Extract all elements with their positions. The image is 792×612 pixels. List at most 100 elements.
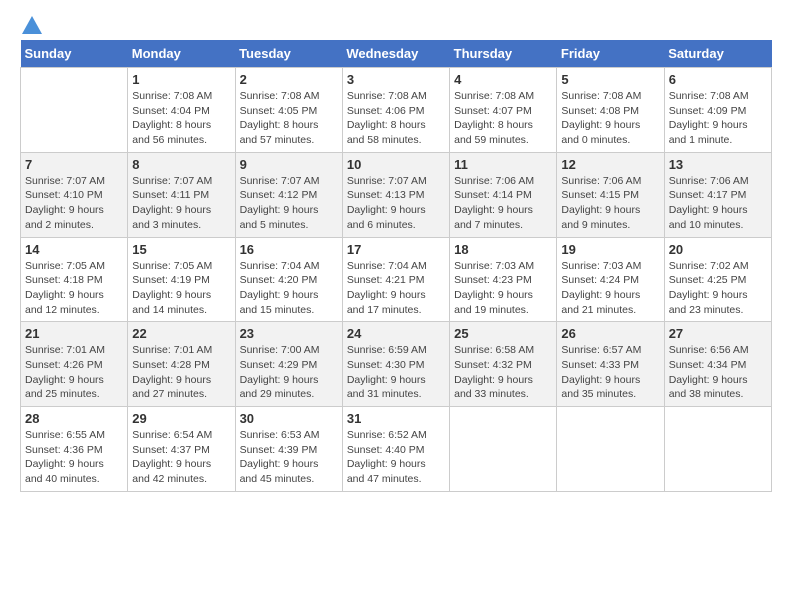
day-info: Sunrise: 7:03 AMSunset: 4:24 PMDaylight:…	[561, 259, 659, 318]
day-info: Sunrise: 6:54 AMSunset: 4:37 PMDaylight:…	[132, 428, 230, 487]
calendar-cell: 27 Sunrise: 6:56 AMSunset: 4:34 PMDayligh…	[664, 322, 771, 407]
day-number: 1	[132, 72, 230, 87]
day-info: Sunrise: 6:57 AMSunset: 4:33 PMDaylight:…	[561, 343, 659, 402]
logo	[20, 20, 42, 30]
day-number: 2	[240, 72, 338, 87]
calendar-cell: 23 Sunrise: 7:00 AMSunset: 4:29 PMDayligh…	[235, 322, 342, 407]
day-info: Sunrise: 6:56 AMSunset: 4:34 PMDaylight:…	[669, 343, 767, 402]
day-info: Sunrise: 7:07 AMSunset: 4:13 PMDaylight:…	[347, 174, 445, 233]
calendar-cell: 18Sunrise: 7:03 AMSunset: 4:23 PMDayligh…	[450, 237, 557, 322]
day-info: Sunrise: 7:02 AMSunset: 4:25 PMDaylight:…	[669, 259, 767, 318]
day-info: Sunrise: 6:52 AMSunset: 4:40 PMDaylight:…	[347, 428, 445, 487]
day-header-sunday: Sunday	[21, 40, 128, 68]
day-info: Sunrise: 7:06 AMSunset: 4:17 PMDaylight:…	[669, 174, 767, 233]
day-number: 19	[561, 242, 659, 257]
day-info: Sunrise: 7:04 AMSunset: 4:20 PMDaylight:…	[240, 259, 338, 318]
day-info: Sunrise: 6:59 AMSunset: 4:30 PMDaylight:…	[347, 343, 445, 402]
calendar-cell: 21 Sunrise: 7:01 AMSunset: 4:26 PMDayligh…	[21, 322, 128, 407]
day-number: 11	[454, 157, 552, 172]
day-number: 30	[240, 411, 338, 426]
calendar-cell: 8 Sunrise: 7:07 AMSunset: 4:11 PMDaylight…	[128, 152, 235, 237]
day-number: 9	[240, 157, 338, 172]
calendar-cell: 10 Sunrise: 7:07 AMSunset: 4:13 PMDayligh…	[342, 152, 449, 237]
calendar-cell: 13 Sunrise: 7:06 AMSunset: 4:17 PMDayligh…	[664, 152, 771, 237]
calendar-week-row: 14 Sunrise: 7:05 AMSunset: 4:18 PMDayligh…	[21, 237, 772, 322]
day-number: 4	[454, 72, 552, 87]
day-info: Sunrise: 7:00 AMSunset: 4:29 PMDaylight:…	[240, 343, 338, 402]
day-number: 23	[240, 326, 338, 341]
day-number: 16	[240, 242, 338, 257]
calendar-cell: 17 Sunrise: 7:04 AMSunset: 4:21 PMDayligh…	[342, 237, 449, 322]
day-number: 22	[132, 326, 230, 341]
day-info: Sunrise: 7:04 AMSunset: 4:21 PMDaylight:…	[347, 259, 445, 318]
calendar-week-row: 1 Sunrise: 7:08 AMSunset: 4:04 PMDaylight…	[21, 68, 772, 153]
day-number: 17	[347, 242, 445, 257]
day-header-monday: Monday	[128, 40, 235, 68]
day-info: Sunrise: 7:08 AMSunset: 4:04 PMDaylight:…	[132, 89, 230, 148]
day-info: Sunrise: 7:07 AMSunset: 4:11 PMDaylight:…	[132, 174, 230, 233]
calendar-table: SundayMondayTuesdayWednesdayThursdayFrid…	[20, 40, 772, 492]
day-number: 25	[454, 326, 552, 341]
day-number: 14	[25, 242, 123, 257]
calendar-cell: 14 Sunrise: 7:05 AMSunset: 4:18 PMDayligh…	[21, 237, 128, 322]
calendar-cell	[21, 68, 128, 153]
day-number: 29	[132, 411, 230, 426]
day-info: Sunrise: 7:05 AMSunset: 4:18 PMDaylight:…	[25, 259, 123, 318]
day-number: 5	[561, 72, 659, 87]
calendar-cell: 7 Sunrise: 7:07 AMSunset: 4:10 PMDaylight…	[21, 152, 128, 237]
calendar-cell: 12 Sunrise: 7:06 AMSunset: 4:15 PMDayligh…	[557, 152, 664, 237]
day-number: 10	[347, 157, 445, 172]
day-info: Sunrise: 6:53 AMSunset: 4:39 PMDaylight:…	[240, 428, 338, 487]
calendar-cell: 26 Sunrise: 6:57 AMSunset: 4:33 PMDayligh…	[557, 322, 664, 407]
day-info: Sunrise: 7:06 AMSunset: 4:14 PMDaylight:…	[454, 174, 552, 233]
day-number: 7	[25, 157, 123, 172]
calendar-cell: 28 Sunrise: 6:55 AMSunset: 4:36 PMDayligh…	[21, 407, 128, 492]
calendar-cell: 1 Sunrise: 7:08 AMSunset: 4:04 PMDaylight…	[128, 68, 235, 153]
calendar-cell: 4 Sunrise: 7:08 AMSunset: 4:07 PMDaylight…	[450, 68, 557, 153]
day-number: 26	[561, 326, 659, 341]
calendar-cell: 6 Sunrise: 7:08 AMSunset: 4:09 PMDaylight…	[664, 68, 771, 153]
day-info: Sunrise: 7:08 AMSunset: 4:05 PMDaylight:…	[240, 89, 338, 148]
calendar-cell: 25 Sunrise: 6:58 AMSunset: 4:32 PMDayligh…	[450, 322, 557, 407]
calendar-cell	[450, 407, 557, 492]
calendar-cell	[664, 407, 771, 492]
day-header-saturday: Saturday	[664, 40, 771, 68]
day-number: 31	[347, 411, 445, 426]
calendar-cell: 11 Sunrise: 7:06 AMSunset: 4:14 PMDayligh…	[450, 152, 557, 237]
day-info: Sunrise: 7:08 AMSunset: 4:07 PMDaylight:…	[454, 89, 552, 148]
page-header	[20, 20, 772, 30]
day-header-wednesday: Wednesday	[342, 40, 449, 68]
day-header-thursday: Thursday	[450, 40, 557, 68]
day-number: 28	[25, 411, 123, 426]
calendar-cell	[557, 407, 664, 492]
day-number: 21	[25, 326, 123, 341]
calendar-cell: 29 Sunrise: 6:54 AMSunset: 4:37 PMDayligh…	[128, 407, 235, 492]
calendar-cell: 20Sunrise: 7:02 AMSunset: 4:25 PMDayligh…	[664, 237, 771, 322]
day-number: 12	[561, 157, 659, 172]
day-info: Sunrise: 7:07 AMSunset: 4:12 PMDaylight:…	[240, 174, 338, 233]
day-info: Sunrise: 7:03 AMSunset: 4:23 PMDaylight:…	[454, 259, 552, 318]
day-number: 13	[669, 157, 767, 172]
day-number: 3	[347, 72, 445, 87]
day-number: 6	[669, 72, 767, 87]
day-info: Sunrise: 7:08 AMSunset: 4:09 PMDaylight:…	[669, 89, 767, 148]
day-number: 27	[669, 326, 767, 341]
day-header-friday: Friday	[557, 40, 664, 68]
calendar-header-row: SundayMondayTuesdayWednesdayThursdayFrid…	[21, 40, 772, 68]
day-header-tuesday: Tuesday	[235, 40, 342, 68]
day-info: Sunrise: 7:07 AMSunset: 4:10 PMDaylight:…	[25, 174, 123, 233]
logo-icon	[22, 16, 42, 34]
day-info: Sunrise: 7:08 AMSunset: 4:06 PMDaylight:…	[347, 89, 445, 148]
day-info: Sunrise: 6:55 AMSunset: 4:36 PMDaylight:…	[25, 428, 123, 487]
day-number: 8	[132, 157, 230, 172]
day-info: Sunrise: 7:06 AMSunset: 4:15 PMDaylight:…	[561, 174, 659, 233]
day-info: Sunrise: 7:01 AMSunset: 4:28 PMDaylight:…	[132, 343, 230, 402]
calendar-cell: 30 Sunrise: 6:53 AMSunset: 4:39 PMDayligh…	[235, 407, 342, 492]
day-info: Sunrise: 6:58 AMSunset: 4:32 PMDaylight:…	[454, 343, 552, 402]
calendar-cell: 24Sunrise: 6:59 AMSunset: 4:30 PMDayligh…	[342, 322, 449, 407]
calendar-cell: 15 Sunrise: 7:05 AMSunset: 4:19 PMDayligh…	[128, 237, 235, 322]
day-number: 15	[132, 242, 230, 257]
calendar-cell: 5Sunrise: 7:08 AMSunset: 4:08 PMDaylight…	[557, 68, 664, 153]
day-info: Sunrise: 7:01 AMSunset: 4:26 PMDaylight:…	[25, 343, 123, 402]
day-info: Sunrise: 7:05 AMSunset: 4:19 PMDaylight:…	[132, 259, 230, 318]
